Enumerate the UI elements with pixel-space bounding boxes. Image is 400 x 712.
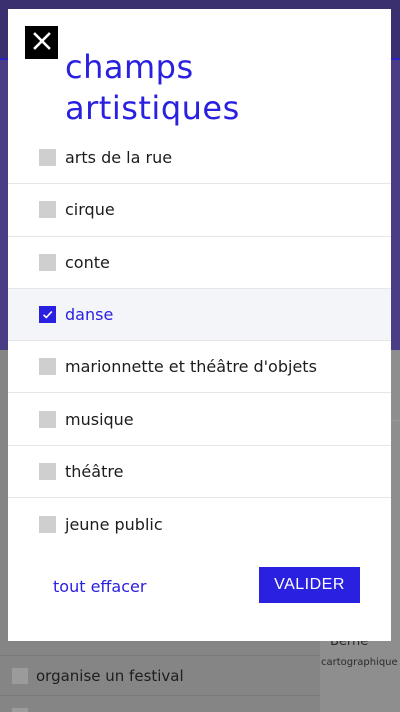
options-list: arts de la rue cirque conte danse marion…	[8, 132, 391, 550]
checkbox[interactable]	[39, 410, 56, 428]
checkbox-checked[interactable]	[39, 306, 56, 324]
background-list-item: organise un festival	[0, 655, 320, 695]
background-checkbox	[12, 667, 28, 684]
filter-modal: champs artistiques arts de la rue cirque…	[8, 9, 391, 641]
option-arts-de-la-rue[interactable]: arts de la rue	[8, 132, 391, 185]
option-label: musique	[65, 409, 134, 429]
checkbox[interactable]	[39, 462, 56, 480]
option-jeune-public[interactable]: jeune public	[8, 498, 391, 550]
checkbox[interactable]	[39, 515, 56, 533]
option-label: théâtre	[65, 461, 124, 481]
background-list-item	[0, 695, 320, 712]
option-marionnette[interactable]: marionnette et théâtre d'objets	[8, 341, 391, 394]
option-danse[interactable]: danse	[8, 288, 391, 342]
background-checkbox	[12, 707, 28, 712]
clear-all-link[interactable]: tout effacer	[53, 577, 146, 596]
option-label: cirque	[65, 200, 115, 220]
checkbox[interactable]	[39, 201, 56, 219]
checkbox[interactable]	[39, 253, 56, 271]
map-credit-label: cartographique	[321, 657, 398, 668]
option-label: marionnette et théâtre d'objets	[65, 357, 317, 377]
checkbox[interactable]	[39, 149, 56, 167]
option-theatre[interactable]: théâtre	[8, 446, 391, 499]
option-label: danse	[65, 305, 114, 325]
option-cirque[interactable]: cirque	[8, 184, 391, 237]
close-icon	[32, 31, 51, 54]
close-button[interactable]	[25, 26, 58, 59]
background-panel-right	[390, 60, 400, 350]
background-list-item-label: organise un festival	[36, 666, 184, 685]
option-label: jeune public	[65, 514, 163, 534]
checkbox[interactable]	[39, 358, 56, 376]
option-label: arts de la rue	[65, 148, 173, 168]
option-musique[interactable]: musique	[8, 393, 391, 446]
modal-title: champs artistiques	[65, 48, 240, 127]
option-conte[interactable]: conte	[8, 237, 391, 289]
option-label: conte	[65, 252, 110, 272]
validate-button[interactable]: VALIDER	[259, 567, 360, 603]
checkmark-icon	[42, 310, 53, 319]
